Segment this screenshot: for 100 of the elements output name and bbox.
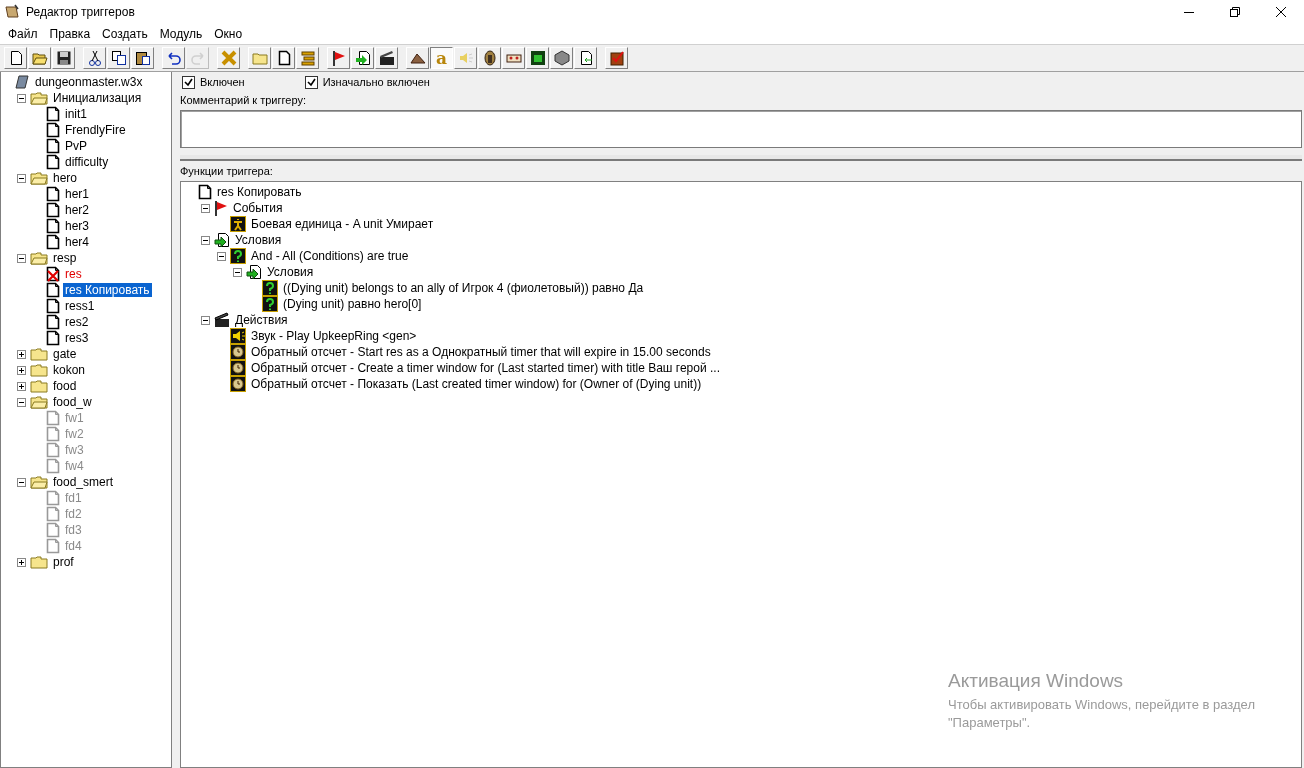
tree-item[interactable]: res3: [63, 331, 91, 345]
tree-item[interactable]: FrendlyFire: [63, 123, 128, 137]
collapse-icon[interactable]: [17, 253, 26, 263]
toolbar-button[interactable]: [478, 47, 501, 69]
tree-item[interactable]: res: [63, 267, 84, 281]
collapse-icon[interactable]: [17, 397, 26, 407]
folder-label[interactable]: food: [51, 379, 79, 393]
collapse-icon[interactable]: [201, 235, 210, 245]
document-arrow-icon: [214, 232, 230, 248]
toolbar-button[interactable]: [327, 47, 350, 69]
tree-item[interactable]: Условия: [265, 265, 316, 279]
folder-label[interactable]: resp: [51, 251, 79, 265]
toolbar-button[interactable]: [605, 47, 628, 69]
tree-item[interactable]: События: [231, 201, 285, 215]
document-icon: [46, 218, 60, 234]
checkbox-label: Включен: [200, 76, 245, 88]
collapse-icon[interactable]: [201, 203, 210, 213]
speaker-icon: [230, 328, 246, 344]
tree-item[interactable]: Обратный отсчет - Показать (Last created timer window) for (Owner of (Dying unit)): [249, 377, 704, 391]
document-icon: [198, 184, 212, 200]
folder-label[interactable]: kokon: [51, 363, 88, 377]
tree-item[interactable]: Боевая единица - A unit Умирает: [249, 217, 436, 231]
folder-icon: [30, 475, 48, 489]
menu-item[interactable]: Создать: [96, 27, 154, 41]
expand-icon[interactable]: [17, 557, 26, 567]
collapse-icon[interactable]: [17, 477, 26, 487]
functions-label: Функции триггера:: [180, 165, 274, 177]
tree-item[interactable]: Звук - Play UpkeepRing <gen>: [249, 329, 419, 343]
collapse-icon[interactable]: [17, 173, 26, 183]
tree-item[interactable]: Обратный отсчет - Create a timer window for (Last started timer) with title Ваш герой ...: [249, 361, 722, 375]
tree-item[interactable]: her3: [63, 219, 92, 233]
tree-item[interactable]: her2: [63, 203, 92, 217]
comment-field[interactable]: [180, 110, 1302, 148]
toolbar-button[interactable]: [351, 47, 374, 69]
window-title: Редактор триггеров: [25, 5, 136, 19]
map-name[interactable]: dungeonmaster.w3x: [33, 75, 145, 89]
speaker-icon: [457, 50, 474, 66]
toolbar-button[interactable]: [162, 47, 185, 69]
toolbar-button[interactable]: [502, 47, 525, 69]
clapperboard-icon: [378, 50, 395, 66]
tree-item[interactable]: res Копировать: [215, 185, 304, 199]
tree-item[interactable]: difficulty: [63, 155, 111, 169]
collapse-icon[interactable]: [217, 251, 226, 261]
tick-icon: [608, 50, 625, 66]
tree-item[interactable]: her4: [63, 235, 92, 249]
tree-item[interactable]: Условия: [233, 233, 284, 247]
menu-item[interactable]: Окно: [208, 27, 249, 41]
folder-label[interactable]: hero: [51, 171, 80, 185]
tree-item[interactable]: And - All (Conditions) are true: [249, 249, 411, 263]
tree-item[interactable]: ((Dying unit) belongs to an ally of Игрок 4 (фиолетовый)) равно Да: [281, 281, 646, 295]
paste-icon: [134, 50, 151, 66]
toolbar-button[interactable]: [296, 47, 319, 69]
collapse-icon[interactable]: [233, 267, 242, 277]
checkbox[interactable]: [182, 75, 195, 89]
folder-label[interactable]: gate: [51, 347, 79, 361]
toolbar-button[interactable]: [83, 47, 106, 69]
folder-label[interactable]: food_smert: [51, 475, 116, 489]
toolbar-button[interactable]: [526, 47, 549, 69]
close-icon: [1276, 7, 1286, 17]
menu-item[interactable]: Модуль: [153, 27, 209, 41]
tree-item[interactable]: res2: [63, 315, 91, 329]
splitter[interactable]: [180, 155, 1302, 161]
collapse-icon[interactable]: [17, 93, 26, 103]
document-icon: [46, 522, 60, 538]
toolbar-button[interactable]: [4, 47, 27, 69]
redo-icon: [189, 50, 206, 66]
document-icon: [46, 202, 60, 218]
tree-item[interactable]: (Dying unit) равно hero[0]: [281, 297, 424, 311]
folder-label[interactable]: food_w: [51, 395, 94, 409]
question-icon: [230, 248, 246, 264]
document-icon: [46, 426, 60, 442]
toolbar-button[interactable]: [272, 47, 295, 69]
folder-label[interactable]: prof: [51, 555, 76, 569]
checkbox[interactable]: [304, 75, 318, 89]
folder-label[interactable]: Инициализация: [51, 91, 144, 105]
menu-item[interactable]: Правка: [43, 27, 97, 41]
toolbar-button[interactable]: [131, 47, 154, 69]
expand-icon[interactable]: [17, 349, 26, 359]
document-icon: [46, 234, 60, 250]
checkbox-label: Изначально включен: [322, 76, 430, 88]
tree-item[interactable]: init1: [63, 107, 89, 121]
toolbar-button[interactable]: [550, 47, 573, 69]
collapse-icon[interactable]: [201, 315, 210, 325]
tree-item[interactable]: Обратный отсчет - Start res as a Однократный timer that will expire in 15.00 seconds: [249, 345, 713, 359]
document-icon: [46, 186, 60, 202]
tree-item[interactable]: Действия: [233, 313, 290, 327]
menu-item[interactable]: Файл: [2, 27, 44, 41]
toolbar-button[interactable]: [52, 47, 75, 69]
toolbar-button[interactable]: [375, 47, 398, 69]
copy-icon: [110, 50, 127, 66]
expand-icon[interactable]: [17, 381, 26, 391]
toolbar-button[interactable]: [574, 47, 597, 69]
tree-item[interactable]: her1: [63, 187, 92, 201]
tree-item[interactable]: PvP: [63, 139, 89, 153]
expand-icon[interactable]: [17, 365, 26, 375]
toolbar-button[interactable]: [406, 47, 429, 69]
tree-item[interactable]: res Копировать: [63, 283, 152, 297]
document-icon: [46, 490, 60, 506]
toolbar-button[interactable]: [107, 47, 130, 69]
tree-item[interactable]: ress1: [63, 299, 97, 313]
